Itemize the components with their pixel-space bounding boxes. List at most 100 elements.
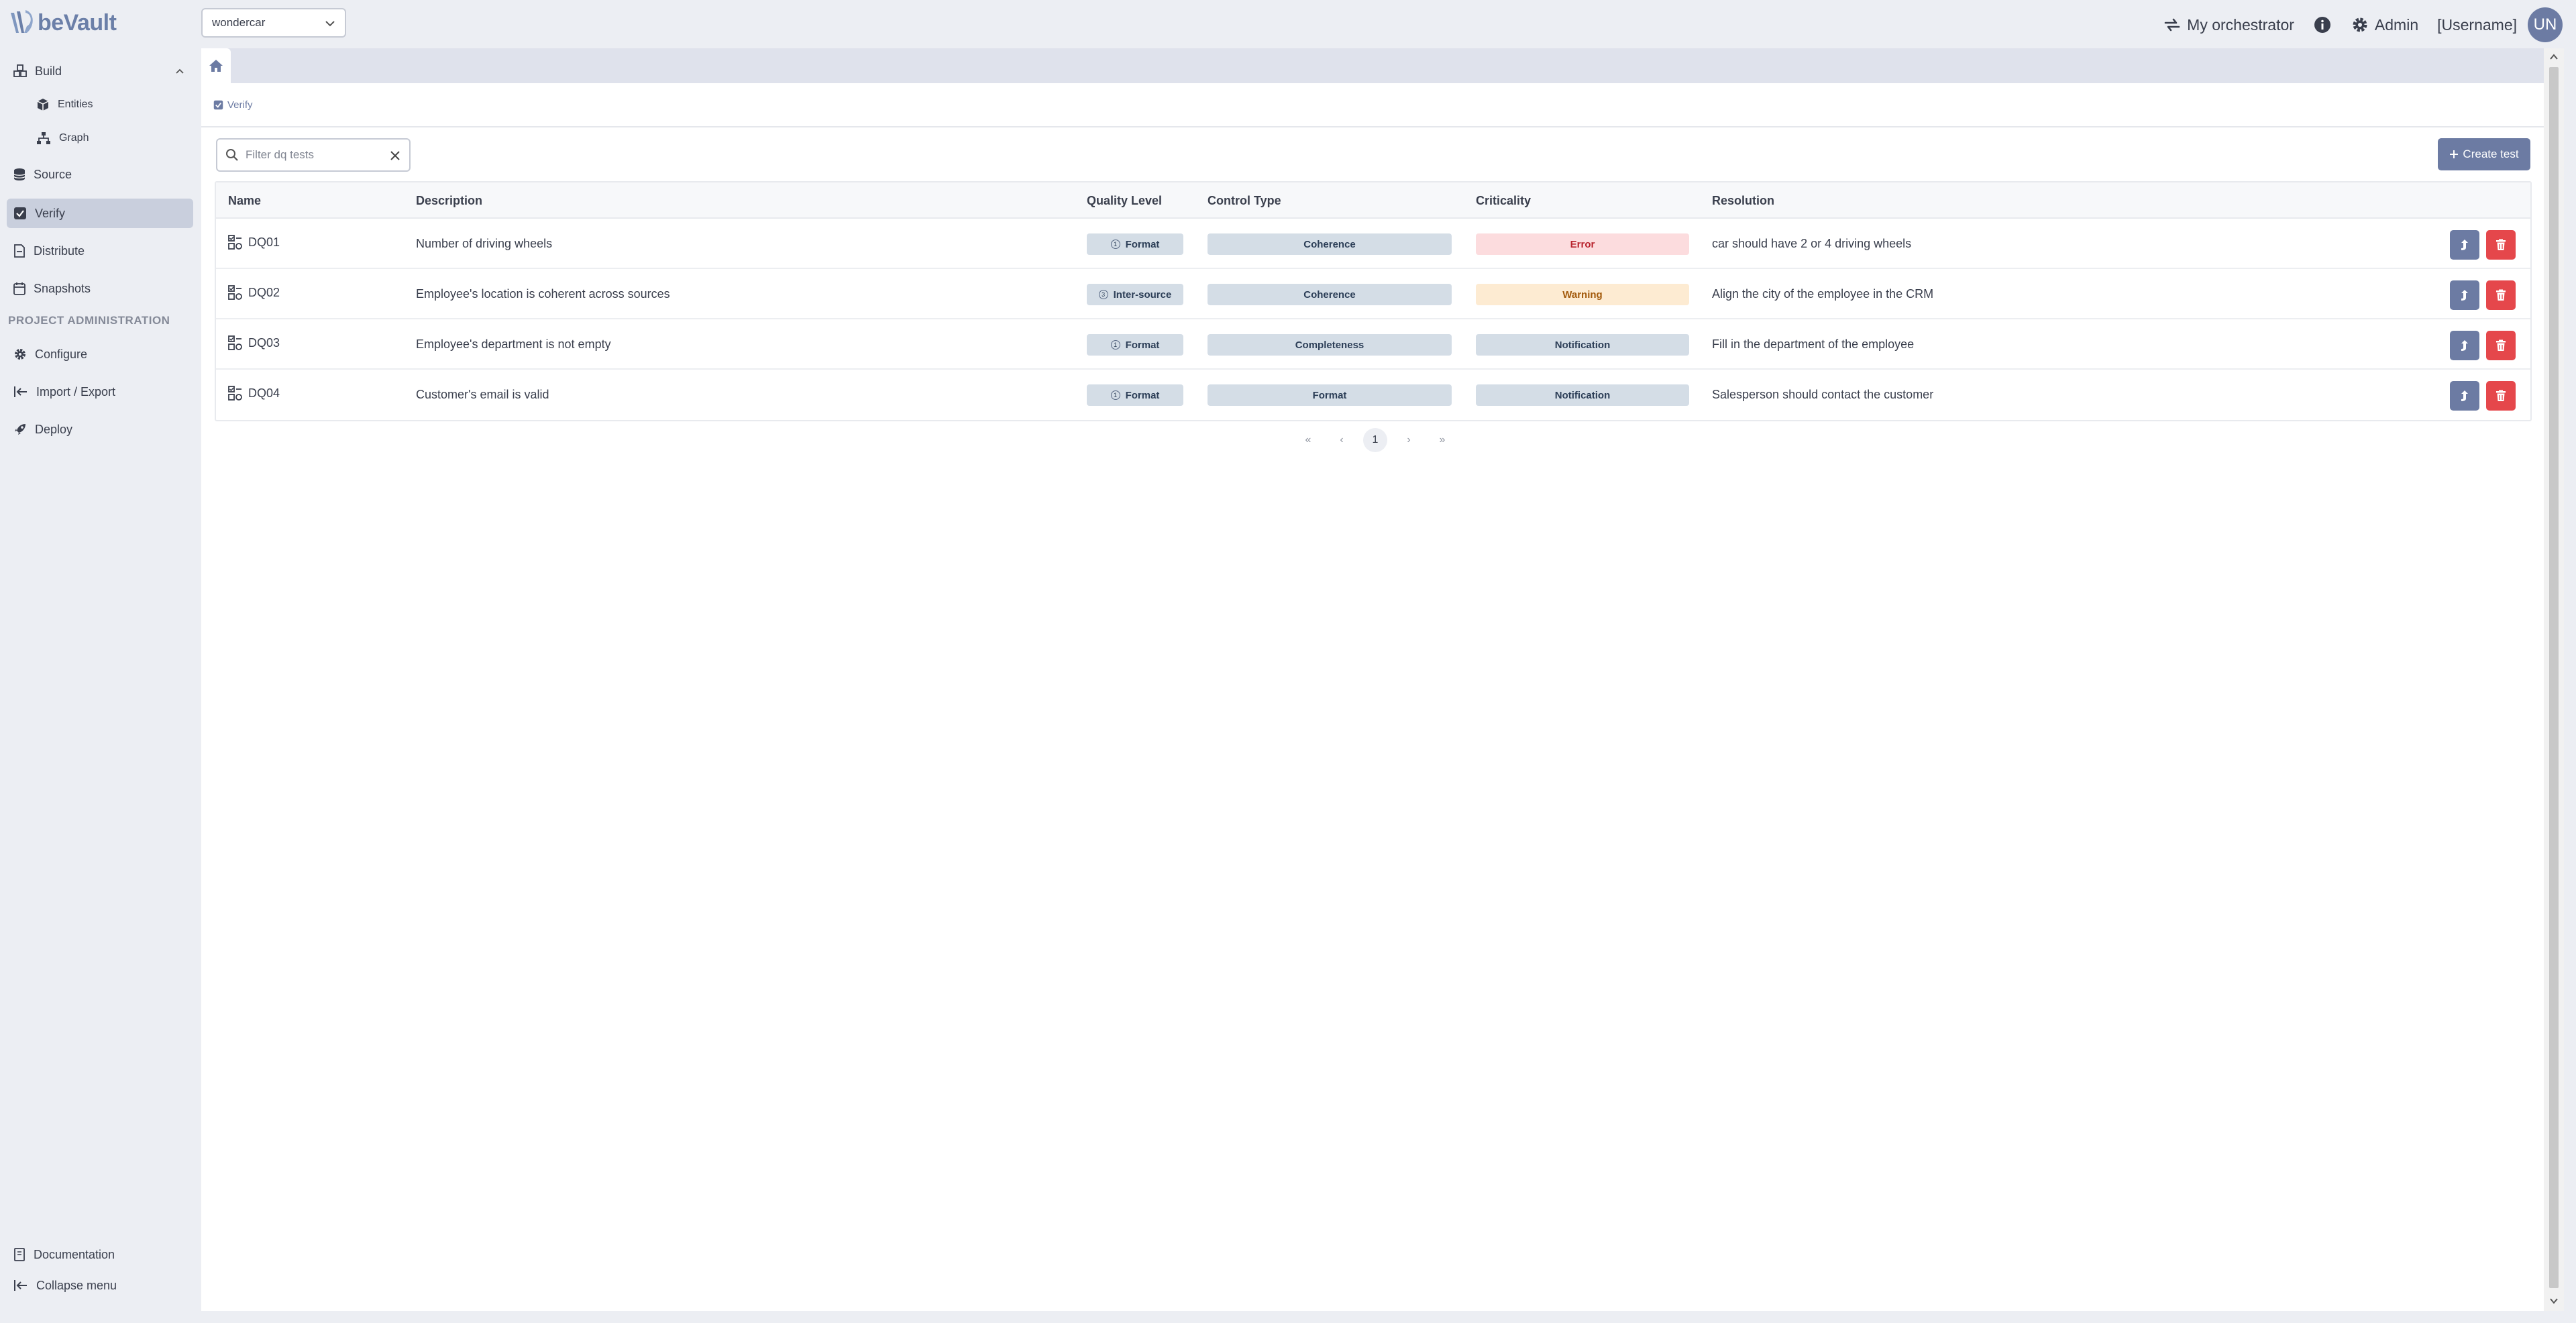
test-resolution: car should have 2 or 4 driving wheels xyxy=(1712,237,1912,250)
table-header: Name Description Quality Level Control T… xyxy=(216,182,2530,219)
table-row[interactable]: DQ03 Employee's department is not empty … xyxy=(216,319,2530,370)
delete-button[interactable] xyxy=(2486,280,2516,310)
avatar[interactable]: UN xyxy=(2528,7,2563,42)
collapse-menu-button[interactable]: Collapse menu xyxy=(7,1271,193,1300)
name-cell: DQ03 xyxy=(228,335,280,350)
column-header-quality-level[interactable]: Quality Level xyxy=(1087,194,1162,208)
filter-box xyxy=(216,138,411,172)
criticality-pill: Notification xyxy=(1476,384,1689,406)
home-icon xyxy=(209,60,223,72)
dq-tests-table: Name Description Quality Level Control T… xyxy=(215,181,2532,421)
sidebar-item-label: Entities xyxy=(58,99,93,110)
column-header-criticality[interactable]: Criticality xyxy=(1476,194,1531,208)
quality-level-number: 1 xyxy=(1110,390,1120,400)
info-icon[interactable] xyxy=(2313,15,2332,34)
test-name: DQ04 xyxy=(248,386,280,400)
admin-link[interactable]: Admin xyxy=(2351,15,2418,34)
sidebar-item-build[interactable]: Build xyxy=(7,56,193,86)
column-header-resolution[interactable]: Resolution xyxy=(1712,194,1774,208)
prev-page-button[interactable]: ‹ xyxy=(1330,428,1354,452)
breadcrumb[interactable]: Verify xyxy=(213,99,253,111)
sidebar-item-source[interactable]: Source xyxy=(7,160,193,189)
last-page-button[interactable]: » xyxy=(1430,428,1454,452)
create-test-button[interactable]: Create test xyxy=(2438,138,2530,170)
sidebar-item-documentation[interactable]: Documentation xyxy=(7,1240,193,1269)
logo-text: beVault xyxy=(38,9,117,36)
next-page-button[interactable]: › xyxy=(1397,428,1421,452)
promote-button[interactable] xyxy=(2450,230,2479,260)
sitemap-icon xyxy=(37,132,50,144)
scroll-down-icon[interactable] xyxy=(2548,1296,2559,1306)
sidebar-item-verify[interactable]: Verify xyxy=(7,199,193,228)
delete-button[interactable] xyxy=(2486,331,2516,360)
plus-icon xyxy=(2450,150,2459,158)
delete-button[interactable] xyxy=(2486,381,2516,411)
promote-button[interactable] xyxy=(2450,280,2479,310)
collapse-left-icon xyxy=(14,1280,27,1291)
scroll-thumb[interactable] xyxy=(2549,67,2559,1288)
column-header-control-type[interactable]: Control Type xyxy=(1208,194,1281,208)
table-row[interactable]: DQ02 Employee's location is coherent acr… xyxy=(216,269,2530,319)
quality-level-label: Format xyxy=(1125,339,1160,351)
sidebar-item-deploy[interactable]: Deploy xyxy=(7,415,193,444)
criticality-pill: Error xyxy=(1476,233,1689,255)
table-row[interactable]: DQ04 Customer's email is valid 1 Format … xyxy=(216,370,2530,420)
quality-level-pill: 1 Format xyxy=(1087,334,1183,356)
sidebar-item-graph[interactable]: Graph xyxy=(30,123,193,153)
first-page-button[interactable]: « xyxy=(1296,428,1320,452)
scroll-up-icon[interactable] xyxy=(2548,52,2559,62)
admin-label: Admin xyxy=(2374,15,2419,34)
app-logo[interactable]: beVault xyxy=(9,9,117,36)
test-resolution: Align the city of the employee in the CR… xyxy=(1712,287,1934,301)
chevron-down-icon xyxy=(325,21,335,27)
quality-level-label: Inter-source xyxy=(1113,288,1172,301)
criticality-pill: Warning xyxy=(1476,284,1689,305)
orchestrator-label: My orchestrator xyxy=(2187,15,2294,34)
test-resolution: Salesperson should contact the customer xyxy=(1712,388,1934,401)
check-square-icon xyxy=(213,100,223,110)
project-select[interactable]: wondercar xyxy=(201,8,346,38)
level-up-icon xyxy=(2461,390,2468,401)
sidebar-item-entities[interactable]: Entities xyxy=(30,90,193,119)
control-type-pill: Format xyxy=(1208,384,1452,406)
cubes-icon xyxy=(13,64,27,77)
section-title-project-administration: PROJECT ADMINISTRATION xyxy=(8,314,170,327)
sync-icon xyxy=(2164,18,2180,32)
test-description: Employee's department is not empty xyxy=(416,337,611,351)
filter-input[interactable] xyxy=(246,148,380,162)
delete-button[interactable] xyxy=(2486,230,2516,260)
test-name: DQ03 xyxy=(248,335,280,350)
sidebar-item-snapshots[interactable]: Snapshots xyxy=(7,274,193,303)
sidebar-item-import-export[interactable]: Import / Export xyxy=(7,377,193,407)
name-cell: DQ02 xyxy=(228,285,280,300)
trash-icon xyxy=(2496,339,2506,351)
tab-home[interactable] xyxy=(201,48,231,83)
page-number-button[interactable]: 1 xyxy=(1363,428,1387,452)
quality-level-pill: 1 Format xyxy=(1087,384,1183,406)
test-resolution: Fill in the department of the employee xyxy=(1712,337,1915,351)
column-header-name[interactable]: Name xyxy=(228,194,261,208)
criticality-pill: Notification xyxy=(1476,334,1689,356)
name-cell: DQ04 xyxy=(228,386,280,401)
clear-icon[interactable] xyxy=(389,150,401,162)
promote-button[interactable] xyxy=(2450,381,2479,411)
sidebar-item-distribute[interactable]: Distribute xyxy=(7,236,193,266)
chevron-up-icon[interactable] xyxy=(174,66,185,76)
trash-icon xyxy=(2496,390,2506,401)
create-test-label: Create test xyxy=(2463,148,2519,160)
orchestrator-link[interactable]: My orchestrator xyxy=(2163,15,2294,34)
sidebar-item-configure[interactable]: Configure xyxy=(7,339,193,369)
sidebar-item-label: Graph xyxy=(59,132,89,144)
breadcrumb-label: Verify xyxy=(227,99,253,111)
level-up-icon xyxy=(2461,240,2468,250)
sidebar-item-label: Distribute xyxy=(34,244,85,258)
vertical-scrollbar[interactable] xyxy=(2544,48,2564,1311)
promote-button[interactable] xyxy=(2450,331,2479,360)
test-name: DQ02 xyxy=(248,285,280,299)
test-description: Customer's email is valid xyxy=(416,388,549,401)
table-row[interactable]: DQ01 Number of driving wheels 1 Format C… xyxy=(216,219,2530,269)
column-header-description[interactable]: Description xyxy=(416,194,482,208)
file-export-icon xyxy=(14,244,25,258)
test-description: Employee's location is coherent across s… xyxy=(416,287,670,301)
quality-level-label: Format xyxy=(1125,389,1160,401)
